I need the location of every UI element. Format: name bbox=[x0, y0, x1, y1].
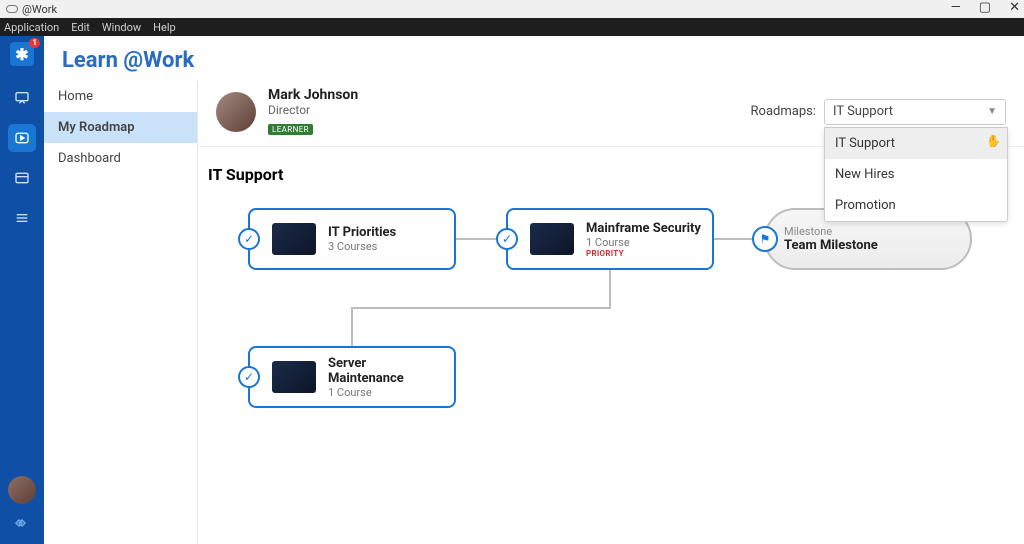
chevron-down-icon: ▼ bbox=[987, 106, 997, 117]
rail-play-icon[interactable] bbox=[8, 124, 36, 152]
card-subtitle: 1 Course bbox=[586, 236, 701, 249]
profile-role: Director bbox=[268, 103, 358, 117]
rail-user-avatar[interactable] bbox=[8, 476, 36, 504]
roadmap-select[interactable]: IT Support ▼ IT Support ✋ New Hires Prom… bbox=[824, 99, 1006, 125]
window-close-button[interactable]: ✕ bbox=[1009, 0, 1020, 15]
menu-window[interactable]: Window bbox=[102, 21, 141, 34]
card-subtitle: 3 Courses bbox=[328, 240, 396, 253]
menu-edit[interactable]: Edit bbox=[71, 21, 90, 34]
roadmap-card-it-priorities[interactable]: ✓ IT Priorities 3 Courses bbox=[248, 208, 456, 270]
profile-name: Mark Johnson bbox=[268, 87, 358, 103]
card-title: Server Maintenance bbox=[328, 356, 444, 386]
rail-chat-icon[interactable] bbox=[8, 84, 36, 112]
card-thumbnail bbox=[272, 361, 316, 393]
milestone-label: Milestone bbox=[784, 225, 878, 238]
card-subtitle: 1 Course bbox=[328, 386, 444, 399]
roadmap-selected-value: IT Support bbox=[833, 104, 893, 119]
sidebar-item-home[interactable]: Home bbox=[44, 81, 197, 112]
card-title: IT Priorities bbox=[328, 225, 396, 240]
rail-menu-icon[interactable] bbox=[8, 204, 36, 232]
icon-rail: ✱ 1 bbox=[0, 36, 44, 544]
profile-row: Mark Johnson Director LEARNER Roadmaps: … bbox=[198, 81, 1024, 147]
window-maximize-button[interactable]: ▢ bbox=[979, 0, 991, 15]
priority-badge: PRIORITY bbox=[586, 249, 701, 258]
check-icon: ✓ bbox=[238, 366, 260, 388]
roadmap-card-server-maintenance[interactable]: ✓ Server Maintenance 1 Course bbox=[248, 346, 456, 408]
menu-application[interactable]: Application bbox=[4, 21, 59, 34]
roadmap-option-promotion[interactable]: Promotion bbox=[825, 190, 1007, 221]
roadmap-option-it-support[interactable]: IT Support ✋ bbox=[825, 128, 1007, 159]
app-eye-icon bbox=[6, 5, 18, 13]
rail-link-icon[interactable] bbox=[13, 514, 31, 536]
flag-icon: ⚑ bbox=[752, 226, 778, 252]
roadmap-card-mainframe-security[interactable]: ✓ Mainframe Security 1 Course PRIORITY bbox=[506, 208, 714, 270]
roadmap-dropdown: IT Support ✋ New Hires Promotion bbox=[824, 127, 1008, 222]
card-title: Mainframe Security bbox=[586, 221, 701, 236]
check-icon: ✓ bbox=[496, 228, 518, 250]
roadmap-canvas: ✓ IT Priorities 3 Courses ✓ Mainframe Se… bbox=[198, 208, 1024, 508]
roadmap-option-label: IT Support bbox=[835, 136, 895, 151]
rail-logo[interactable]: ✱ 1 bbox=[10, 42, 34, 66]
menubar: Application Edit Window Help bbox=[0, 18, 1024, 36]
profile-avatar[interactable] bbox=[216, 92, 256, 132]
sidebar-item-my-roadmap[interactable]: My Roadmap bbox=[44, 112, 197, 143]
milestone-title: Team Milestone bbox=[784, 238, 878, 253]
notification-badge: 1 bbox=[29, 38, 40, 48]
check-icon: ✓ bbox=[238, 228, 260, 250]
learner-badge: LEARNER bbox=[268, 124, 313, 135]
menu-help[interactable]: Help bbox=[153, 21, 176, 34]
window-title: @Work bbox=[22, 3, 57, 16]
cursor-pointer-icon: ✋ bbox=[986, 134, 1001, 148]
rail-card-icon[interactable] bbox=[8, 164, 36, 192]
window-minimize-button[interactable]: — bbox=[951, 0, 961, 15]
card-thumbnail bbox=[272, 223, 316, 255]
page-title: Learn @Work bbox=[44, 36, 1024, 81]
window-titlebar: @Work — ▢ ✕ bbox=[0, 0, 1024, 18]
roadmap-option-new-hires[interactable]: New Hires bbox=[825, 159, 1007, 190]
sidebar-item-dashboard[interactable]: Dashboard bbox=[44, 143, 197, 174]
roadmap-picker-label: Roadmaps: bbox=[751, 104, 816, 119]
card-thumbnail bbox=[530, 223, 574, 255]
sidebar: Home My Roadmap Dashboard bbox=[44, 81, 198, 544]
